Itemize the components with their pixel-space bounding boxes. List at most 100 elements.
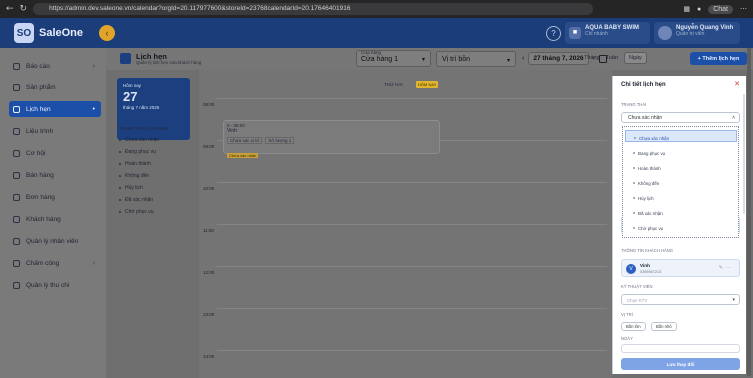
status-filter-item[interactable]: Hoàn thành (119, 161, 151, 167)
position-select[interactable]: Vị trí bồn ▾ (436, 51, 516, 67)
status-filter-item[interactable]: Chưa xác nhận (119, 137, 159, 143)
status-option-label: Đã xác nhận (638, 210, 663, 216)
sidebar-item-orders[interactable]: Đơn hàng (9, 189, 101, 205)
sidebar-item-label: Quản lý thu chi (26, 281, 70, 289)
status-option-label: Hủy lịch (638, 195, 654, 201)
status-dot (119, 139, 121, 141)
status-dropdown: Chưa xác nhận Đang phục vụ Hoàn thành Kh… (622, 126, 739, 238)
sidebar-item-treatments[interactable]: Liệu trình (9, 123, 101, 139)
status-filter-item[interactable]: Đã xác nhận (119, 197, 153, 203)
sidebar-item-staff[interactable]: Quản lý nhân viên (9, 233, 101, 249)
sidebar-item-finance[interactable]: Quản lý thu chi (9, 277, 101, 293)
back-icon[interactable]: ← (6, 4, 14, 14)
appointment-card[interactable]: 0 - 08:00 Vinh Chưa xác vị trí Sở lượng … (223, 120, 440, 158)
status-option[interactable]: Hủy lịch (625, 190, 737, 202)
date-label: NGÀY (621, 336, 633, 341)
save-button[interactable]: Lưu thay đổi (621, 358, 740, 370)
sidebar-item-opportunities[interactable]: Cơ hội (9, 145, 101, 161)
sidebar-item-reports[interactable]: Báo cáo › (9, 58, 101, 74)
drawer-scrollbar[interactable] (743, 94, 745, 214)
hour-label: 12:00 (203, 270, 215, 275)
team-icon (13, 237, 20, 245)
calendar-icon (120, 53, 131, 64)
status-dot (119, 175, 121, 177)
logo-badge: SO (14, 23, 34, 43)
page-scrollbar[interactable] (747, 48, 751, 376)
extensions-icon[interactable]: ▦ (683, 5, 690, 13)
status-filter-item[interactable]: Hủy lịch (119, 185, 143, 191)
status-filter-label: Hoàn thành (125, 161, 151, 167)
status-option[interactable]: Đã xác nhận (625, 205, 737, 217)
cart-icon (13, 171, 20, 179)
status-filter-item[interactable]: Chờ phục vụ (119, 209, 154, 215)
position-option-large[interactable]: Bồn lớn (621, 322, 646, 331)
status-option-label: Hoàn thành (638, 165, 661, 171)
status-option[interactable]: Không đến (625, 175, 737, 187)
store-select-label: Cửa hàng (361, 50, 382, 55)
today-day: 27 (123, 89, 138, 104)
screen: ← ↻ https://admin.dev.saleone.vn/calenda… (0, 0, 753, 378)
current-date[interactable]: 27 tháng 7, 2026 (528, 52, 589, 65)
day-calendar: THỨ HAI HÔM NAY 08:00 09:00 10:00 11:00 … (199, 70, 612, 378)
chart-icon (13, 62, 20, 70)
logo-text: SaleOne (39, 27, 84, 39)
address-bar[interactable]: https://admin.dev.saleone.vn/calendar?or… (33, 3, 594, 15)
sidebar-item-label: Cơ hội (26, 149, 46, 157)
ktv-select[interactable]: Chọn KTV ▾ (621, 294, 740, 305)
status-option-label: Đang phục vụ (638, 150, 666, 156)
branch-switcher[interactable]: ■ AQUA BABY SWIM Chi nhánh (565, 22, 650, 44)
close-icon[interactable]: ✕ (734, 80, 740, 88)
status-option[interactable]: Đang phục vụ (625, 145, 737, 157)
chevron-up-icon: ˄ (732, 115, 735, 121)
status-dot (119, 187, 121, 189)
help-icon[interactable]: ? (546, 26, 561, 41)
hour-line (217, 308, 607, 309)
reload-icon[interactable]: ↻ (20, 4, 28, 14)
customer-name: Vinh (640, 263, 650, 268)
branch-sub: Chi nhánh (585, 31, 608, 37)
customer-actions[interactable]: ✎⋯ (719, 265, 734, 271)
box-icon (13, 83, 20, 91)
tab-day[interactable]: Ngày (623, 52, 647, 64)
sidebar-item-timekeeping[interactable]: Chấm công › (9, 255, 101, 271)
sidebar-item-products[interactable]: Sản phẩm (9, 79, 101, 95)
sidebar-item-sales[interactable]: Bán hàng (9, 167, 101, 183)
chevron-down-icon: ▾ (506, 58, 510, 64)
status-filter-item[interactable]: Đang phục vụ (119, 149, 156, 155)
menu-icon[interactable]: ⋯ (740, 5, 747, 13)
app-logo[interactable]: SO SaleOne (14, 23, 83, 43)
store-select[interactable]: Cửa hàng Cửa hàng 1 ▾ (356, 50, 431, 67)
store-select-value: Cửa hàng 1 (361, 56, 398, 63)
tab-week[interactable]: Tuần (606, 55, 618, 61)
sidebar-item-customers[interactable]: Khách hàng (9, 211, 101, 227)
user-menu[interactable]: Nguyễn Quang Vinh Quản trị viên (654, 22, 740, 44)
date-field[interactable] (621, 344, 740, 353)
hour-line (217, 98, 607, 99)
tab-month[interactable]: Tháng (584, 55, 600, 61)
profile-icon[interactable]: ● (697, 6, 701, 13)
prev-date-button[interactable]: ‹ (522, 55, 524, 62)
status-option[interactable]: Chưa xác nhận (625, 130, 737, 142)
add-appointment-button[interactable]: + Thêm lịch hẹn (690, 52, 747, 65)
chat-button[interactable]: Chat (708, 4, 733, 14)
status-option[interactable]: Chờ phục vụ (625, 220, 737, 232)
collapse-sidebar-button[interactable]: ‹ (99, 25, 115, 41)
status-filter-item[interactable]: Không đến (119, 173, 149, 179)
position-select-value: Vị trí bồn (442, 56, 471, 63)
status-dot (633, 167, 635, 169)
customer-card[interactable]: V Vinh 0395947213 ✎⋯ (621, 259, 740, 277)
sidebar-item-label: Sản phẩm (26, 83, 56, 91)
status-select[interactable]: Chưa xác nhận ˄ (621, 112, 740, 123)
calendar-icon (13, 105, 20, 113)
status-option[interactable]: Hoàn thành (625, 160, 737, 172)
dot-icon: • (92, 105, 95, 113)
position-option-small[interactable]: Bồn nhỏ (651, 322, 677, 331)
hour-label: 13:00 (203, 312, 215, 317)
status-filter-label: Chưa xác nhận (125, 137, 160, 143)
hour-line (217, 182, 607, 183)
sidebar-item-appointments[interactable]: Lịch hẹn • (9, 101, 101, 117)
status-dot (633, 152, 635, 154)
drawer-title: Chi tiết lịch hẹn (621, 82, 666, 88)
appointment-status-badge: Chưa xác nhận (227, 153, 259, 158)
position-label: VỊ TRÍ (621, 312, 633, 317)
